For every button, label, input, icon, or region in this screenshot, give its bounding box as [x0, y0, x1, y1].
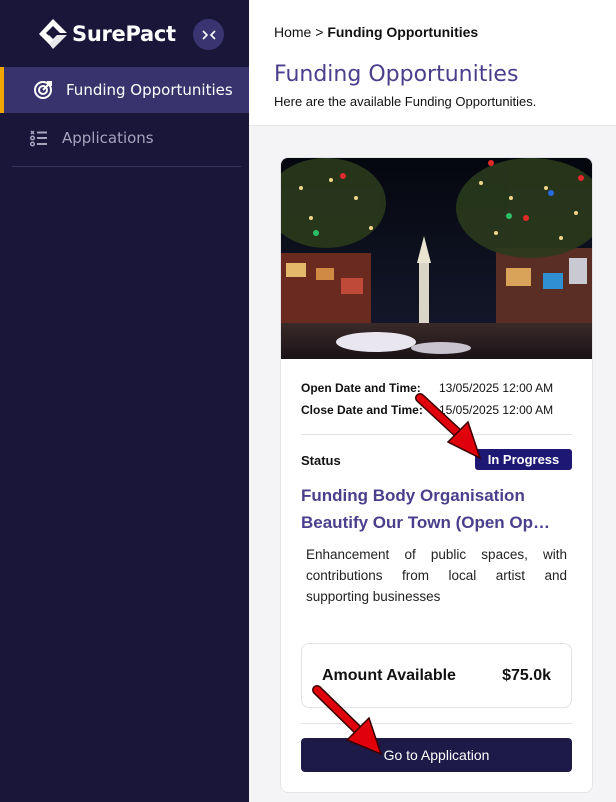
go-to-application-button[interactable]: Go to Application: [301, 738, 572, 772]
page-title: Funding Opportunities: [274, 62, 519, 87]
close-date-value: 15/05/2025 12:00 AM: [439, 403, 554, 417]
opportunity-description: Enhancement of public spaces, with contr…: [306, 547, 567, 604]
close-date-label: Close Date and Time:: [301, 403, 423, 417]
breadcrumb-current: Funding Opportunities: [327, 24, 479, 40]
town-street-night-image: [281, 158, 592, 359]
breadcrumb-home[interactable]: Home: [274, 24, 311, 40]
status-label: Status: [301, 453, 341, 468]
target-icon: [34, 81, 52, 99]
breadcrumb-separator: >: [315, 24, 324, 40]
main-content: Home > Funding Opportunities Funding Opp…: [249, 0, 616, 802]
funding-opportunity-card: Open Date and Time: 13/05/2025 12:00 AM …: [280, 157, 593, 793]
breadcrumb: Home > Funding Opportunities: [274, 24, 478, 40]
collapse-arrows-icon: [201, 29, 216, 40]
opportunity-title-line2: Beautify Our Town (Open Op…: [301, 513, 551, 532]
sidebar-item-label: Funding Opportunities: [66, 81, 233, 99]
sidebar-item-label: Applications: [62, 129, 154, 147]
sidebar: SurePact Funding Opportunities Applicati…: [0, 0, 249, 802]
open-date-label: Open Date and Time:: [301, 381, 421, 395]
amount-available-box: Amount Available $75.0k: [301, 643, 572, 708]
brand-logo[interactable]: SurePact: [36, 16, 176, 52]
opportunity-title[interactable]: Funding Body Organisation Beautify Our T…: [301, 482, 576, 536]
brand-name: SurePact: [72, 22, 176, 46]
card-divider: [301, 723, 572, 724]
status-badge: In Progress: [475, 449, 572, 470]
surepact-logo-icon: [39, 19, 67, 49]
collapse-sidebar-button[interactable]: [193, 19, 224, 50]
sidebar-item-applications[interactable]: Applications: [0, 115, 249, 161]
close-date-row: Close Date and Time: 15/05/2025 12:00 AM: [301, 403, 553, 417]
sidebar-item-funding-opportunities[interactable]: Funding Opportunities: [0, 67, 249, 113]
amount-label: Amount Available: [322, 667, 456, 684]
opportunity-title-line1: Funding Body Organisation: [301, 486, 525, 505]
page-header: Home > Funding Opportunities Funding Opp…: [249, 0, 616, 126]
page-subtitle: Here are the available Funding Opportuni…: [274, 94, 537, 109]
checklist-icon: [29, 130, 47, 147]
card-divider: [301, 434, 572, 435]
open-date-value: 13/05/2025 12:00 AM: [439, 381, 554, 395]
amount-value: $75.0k: [502, 667, 551, 684]
sidebar-divider: [12, 166, 241, 167]
open-date-row: Open Date and Time: 13/05/2025 12:00 AM: [301, 381, 553, 395]
